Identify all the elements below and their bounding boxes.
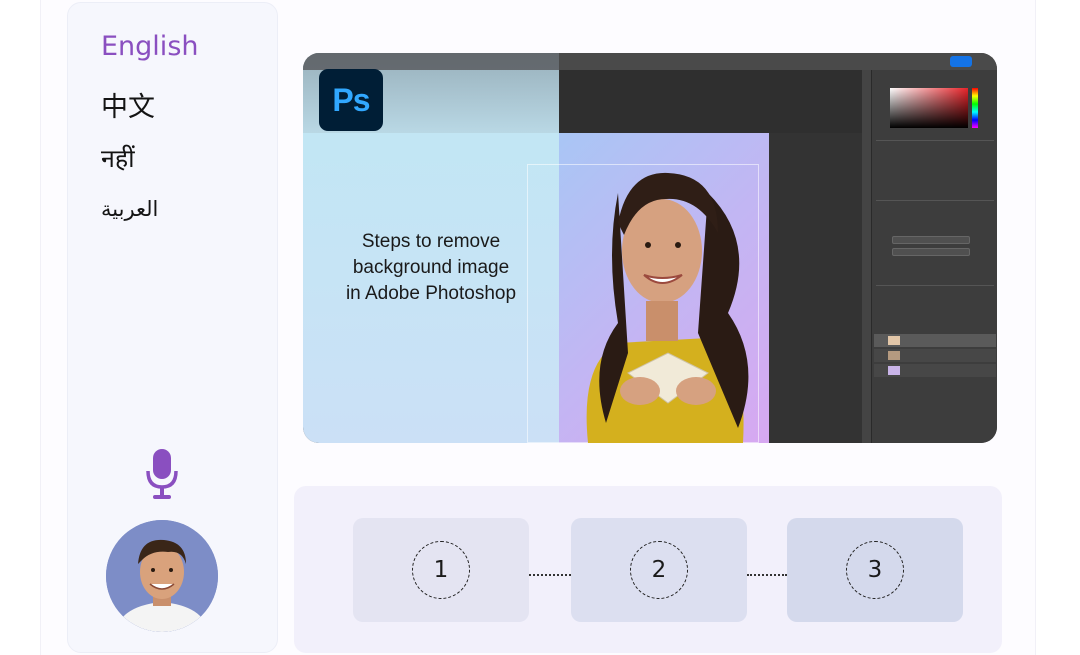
woman-reading-photo bbox=[586, 172, 749, 443]
panel-divider bbox=[876, 200, 994, 201]
photoshop-panels bbox=[871, 70, 997, 443]
steps-panel: 1 2 3 bbox=[294, 486, 1002, 653]
user-avatar[interactable] bbox=[106, 520, 218, 632]
panel-divider bbox=[876, 285, 994, 286]
layer-row bbox=[874, 349, 996, 362]
panel-divider bbox=[876, 140, 994, 141]
hero-title-line: Steps to remove bbox=[361, 231, 501, 252]
step-number: 2 bbox=[630, 541, 688, 599]
step-card-1[interactable]: 1 bbox=[353, 518, 529, 622]
photoshop-logo-icon: Ps bbox=[319, 69, 383, 131]
step-number: 3 bbox=[846, 541, 904, 599]
language-option-english[interactable]: English bbox=[101, 31, 199, 62]
language-option-chinese[interactable]: 中文 bbox=[101, 85, 155, 124]
step-connector bbox=[529, 574, 571, 576]
microphone-icon[interactable] bbox=[146, 449, 178, 501]
remove-background-button bbox=[892, 236, 970, 244]
select-subject-button bbox=[892, 248, 970, 256]
canvas-pasteboard bbox=[769, 133, 862, 443]
share-button bbox=[950, 56, 972, 67]
language-option-hindi[interactable]: नहीं bbox=[101, 141, 135, 175]
photoshop-logo-text: Ps bbox=[332, 81, 370, 118]
layer-row bbox=[874, 364, 996, 377]
hero-title-line: in Adobe Photoshop bbox=[345, 283, 517, 304]
hero-title: Steps to remove background image in Adob… bbox=[325, 229, 537, 307]
step-card-2[interactable]: 2 bbox=[571, 518, 747, 622]
step-connector bbox=[747, 574, 787, 576]
photoshop-toolstrip bbox=[862, 70, 871, 443]
app-root: English 中文 नहीं العربية Ps Steps to remo… bbox=[0, 0, 1080, 655]
step-number: 1 bbox=[412, 541, 470, 599]
language-option-arabic[interactable]: العربية bbox=[101, 197, 158, 221]
hero-title-line: background image bbox=[352, 257, 510, 278]
photoshop-canvas-area bbox=[559, 70, 862, 133]
avatar-portrait-icon bbox=[106, 520, 218, 632]
step-card-3[interactable]: 3 bbox=[787, 518, 963, 622]
tutorial-hero-card[interactable]: Ps Steps to remove background image in A… bbox=[303, 53, 997, 443]
language-sidebar: English 中文 नहीं العربية bbox=[67, 2, 278, 653]
layer-row bbox=[874, 334, 996, 347]
color-picker bbox=[890, 88, 968, 128]
hue-slider bbox=[972, 88, 978, 128]
